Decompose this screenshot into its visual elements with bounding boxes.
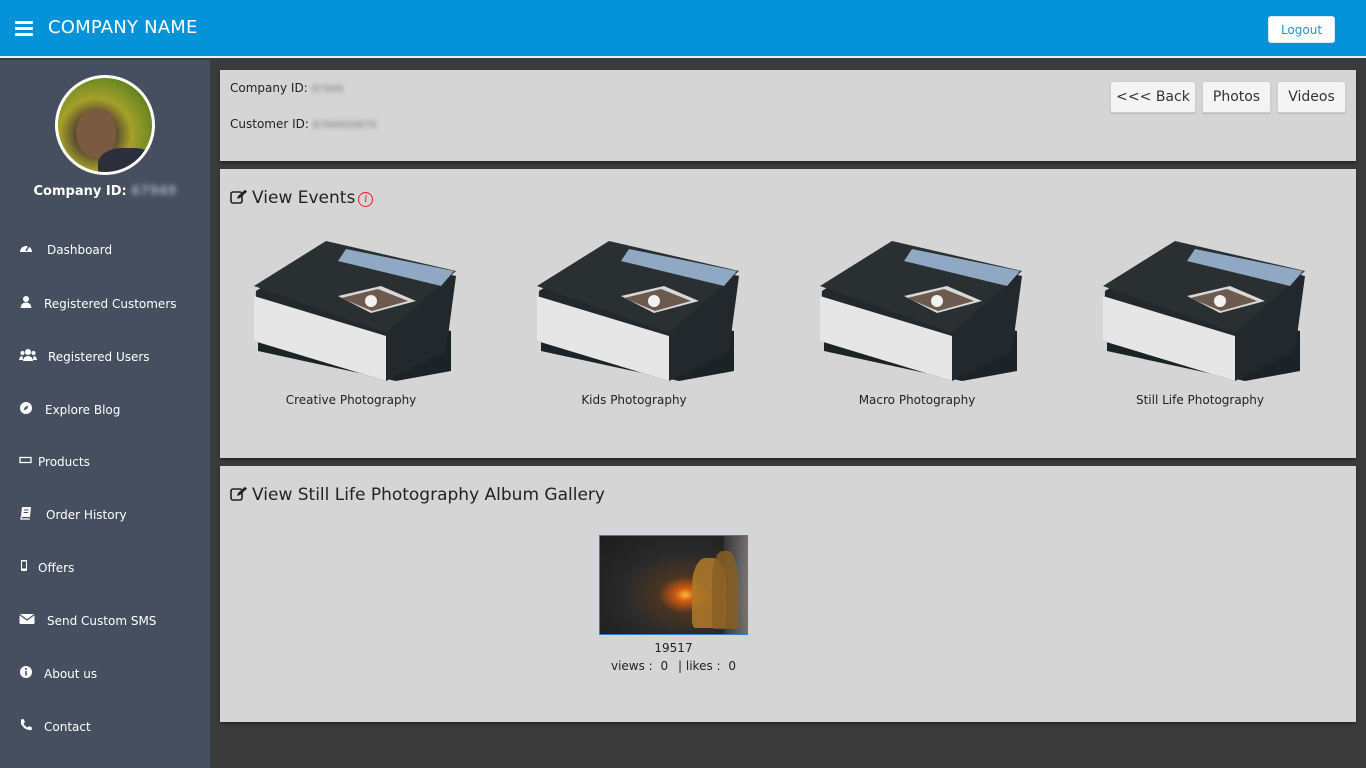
sidebar: Company ID: 67949 Dashboard Registered C… [0,60,210,768]
sidebar-item-label: Registered Customers [44,297,177,311]
compass-icon [20,402,32,414]
company-id-line: Company ID: 67949 [230,81,343,95]
logout-button[interactable]: Logout [1268,16,1335,43]
gallery-panel: View Still Life Photography Album Galler… [220,466,1356,722]
photos-button[interactable]: Photos [1202,81,1271,113]
events-panel: View Events i Creative Photography Kids P… [220,169,1356,458]
users-icon [19,349,37,361]
sidebar-item-about-us[interactable]: About us [0,655,210,689]
company-id-label: Company ID: [230,81,308,95]
videos-button[interactable]: Videos [1277,81,1346,113]
sidebar-item-dashboard[interactable]: Dashboard [0,231,210,265]
brand-title: COMPANY NAME [48,17,198,38]
photo-album-icon [1103,241,1305,381]
sidebar-item-label: Products [38,455,90,469]
sidebar-item-label: Dashboard [47,243,113,257]
sidebar-item-contact[interactable]: Contact [0,708,210,742]
sidebar-item-offers[interactable]: Offers [0,549,210,583]
sidebar-item-products[interactable]: Products [0,443,210,477]
company-id-value: 67949 [311,84,344,95]
sidebar-company-value: 67949 [131,184,177,199]
customer-id-line: Customer ID: 6794950874 [230,117,376,131]
id-panel: Company ID: 67949 Customer ID: 679495087… [220,70,1356,161]
gallery-heading: View Still Life Photography Album Galler… [230,485,605,505]
sidebar-item-label: Contact [44,720,91,734]
event-label: Macro Photography [858,393,976,407]
views-count: 0 [660,659,669,673]
views-label: views : [610,659,653,673]
sidebar-item-label: Registered Users [48,350,150,364]
sidebar-item-order-history[interactable]: Order History [0,496,210,530]
gallery-title: View Still Life Photography Album Galler… [252,485,605,505]
sidebar-company-id: Company ID: 67949 [0,184,210,199]
info-icon[interactable]: i [358,192,374,207]
envelope-icon [19,614,35,624]
likes-count: 0 [728,659,737,673]
sidebar-item-label: Order History [46,508,127,522]
info-icon [20,666,32,678]
events-title: View Events [252,188,356,208]
phone-icon [21,719,32,731]
sidebar-item-label: Send Custom SMS [47,614,157,628]
event-macro-photography[interactable]: Macro Photography [812,241,1022,411]
likes-label: | likes : [678,659,721,673]
event-label: Kids Photography [581,393,687,407]
customer-id-value: 6794950874 [312,120,377,131]
book-icon [20,507,31,520]
events-heading: View Events i [230,188,374,208]
event-label: Still Life Photography [1135,393,1265,407]
sidebar-item-registered-customers[interactable]: Registered Customers [0,285,210,319]
gallery-photo-thumbnail[interactable] [599,535,748,635]
event-creative-photography[interactable]: Creative Photography [246,241,456,411]
event-still-life-photography[interactable]: Still Life Photography [1095,241,1305,411]
sidebar-item-send-custom-sms[interactable]: Send Custom SMS [0,602,210,636]
photo-id: 19517 [654,641,693,655]
sidebar-item-label: Explore Blog [45,403,121,417]
event-label: Creative Photography [285,393,417,407]
sidebar-item-label: About us [44,667,98,681]
hamburger-menu-icon[interactable] [15,21,33,36]
sidebar-company-label: Company ID: [33,184,127,199]
photo-album-icon [254,241,456,381]
photo-album-icon [537,241,739,381]
user-icon [20,296,32,308]
mobile-icon [21,560,27,571]
photo-album-icon [820,241,1022,381]
rectangle-icon [19,456,32,464]
edit-icon [230,486,247,501]
dashboard-icon [20,245,32,252]
customer-id-label: Customer ID: [230,117,309,131]
avatar [55,75,155,175]
event-kids-photography[interactable]: Kids Photography [529,241,739,411]
back-button[interactable]: <<< Back [1110,81,1196,113]
edit-icon [230,189,247,204]
photo-stats: views : 0 | likes : 0 [599,659,748,673]
top-bar: COMPANY NAME Logout [0,0,1366,58]
sidebar-item-registered-users[interactable]: Registered Users [0,338,210,372]
sidebar-item-explore-blog[interactable]: Explore Blog [0,391,210,425]
sidebar-item-label: Offers [38,561,75,575]
